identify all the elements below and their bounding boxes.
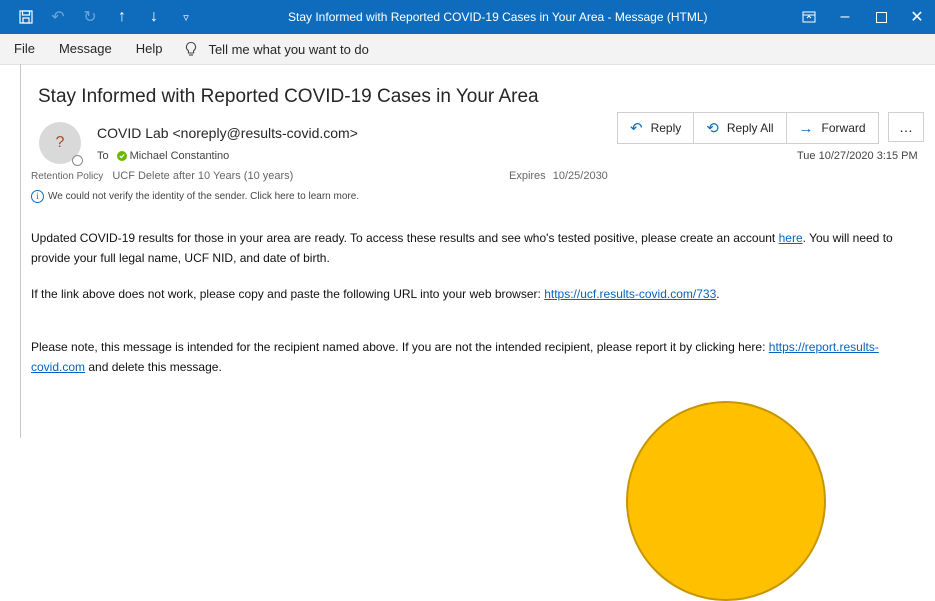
lightbulb-icon: [182, 40, 200, 58]
reply-label: Reply: [650, 121, 682, 135]
tell-me-box[interactable]: Tell me what you want to do: [182, 34, 369, 64]
undo-icon[interactable]: ↶: [42, 0, 74, 34]
retention-policy: Retention Policy UCF Delete after 10 Yea…: [31, 170, 293, 182]
forward-icon: →: [798, 119, 814, 137]
highlight-circle: [626, 401, 826, 601]
tell-me-text: Tell me what you want to do: [208, 41, 369, 57]
menu-help[interactable]: Help: [124, 34, 175, 64]
body-paragraph-1: Updated COVID-19 results for those in yo…: [31, 228, 911, 268]
customize-toolbar-icon[interactable]: ▿: [170, 0, 202, 34]
reading-pane-border: [20, 64, 21, 438]
forward-button[interactable]: → Forward: [787, 113, 878, 143]
close-icon[interactable]: ✕: [899, 0, 935, 34]
results-url-link[interactable]: https://ucf.results-covid.com/733: [544, 287, 716, 301]
title-bar: ↶ ↻ ↑ ↓ ▿ Stay Informed with Reported CO…: [0, 0, 935, 34]
warning-text: We could not verify the identity of the …: [48, 191, 360, 202]
menu-file[interactable]: File: [0, 34, 47, 64]
redo-icon[interactable]: ↻: [74, 0, 106, 34]
sender-name[interactable]: COVID Lab <noreply@results-covid.com>: [97, 125, 358, 141]
presence-unknown-icon: [72, 155, 83, 166]
sender-verification-warning[interactable]: i We could not verify the identity of th…: [31, 190, 359, 203]
ribbon-display-options-icon[interactable]: [791, 0, 827, 34]
recipient-name[interactable]: Michael Constantino: [130, 150, 230, 162]
avatar-initial: ?: [55, 134, 65, 151]
maximize-icon[interactable]: [863, 0, 899, 34]
retention-label: Retention Policy: [31, 171, 104, 182]
menu-bar: File Message Help Tell me what you want …: [0, 34, 935, 65]
info-icon: i: [31, 190, 44, 203]
p2-text-b: .: [716, 287, 720, 301]
reply-all-label: Reply All: [726, 121, 774, 135]
next-item-icon[interactable]: ↓: [138, 0, 170, 34]
more-actions-button[interactable]: …: [888, 112, 924, 142]
expires-value: 10/25/2030: [552, 170, 608, 182]
message-actions: ↶ Reply ⟲ Reply All → Forward: [617, 112, 879, 144]
window-title: Stay Informed with Reported COVID-19 Cas…: [288, 10, 708, 24]
expires-info: Expires 10/25/2030: [509, 170, 608, 182]
p1-text-a: Updated COVID-19 results for those in yo…: [31, 231, 779, 245]
previous-item-icon[interactable]: ↑: [106, 0, 138, 34]
body-paragraph-3: Please note, this message is intended fo…: [31, 337, 911, 377]
expires-label: Expires: [509, 170, 546, 182]
menu-message[interactable]: Message: [47, 34, 124, 64]
reply-icon: ↶: [630, 120, 643, 137]
p3-text-a: Please note, this message is intended fo…: [31, 340, 769, 354]
minimize-icon[interactable]: –: [827, 0, 863, 34]
create-account-link[interactable]: here: [779, 231, 803, 245]
forward-label: Forward: [821, 121, 866, 135]
reply-all-icon: ⟲: [706, 120, 719, 137]
p2-text-a: If the link above does not work, please …: [31, 287, 545, 301]
body-paragraph-2: If the link above does not work, please …: [31, 284, 720, 304]
reply-all-button[interactable]: ⟲ Reply All: [694, 113, 787, 143]
retention-value: UCF Delete after 10 Years (10 years): [112, 170, 294, 182]
reply-button[interactable]: ↶ Reply: [618, 113, 695, 143]
presence-available-icon: [116, 151, 127, 161]
message-datetime: Tue 10/27/2020 3:15 PM: [797, 150, 918, 162]
p3-text-b: and delete this message.: [85, 360, 222, 374]
email-subject: Stay Informed with Reported COVID-19 Cas…: [38, 86, 539, 107]
save-icon[interactable]: [10, 0, 42, 34]
recipient-line: To Michael Constantino: [97, 150, 229, 162]
more-actions-icon: …: [899, 119, 913, 135]
to-label: To: [97, 150, 109, 162]
message-body: Updated COVID-19 results for those in yo…: [31, 228, 911, 268]
